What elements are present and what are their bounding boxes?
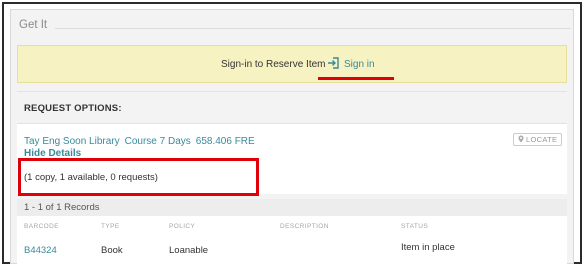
signin-prompt: Sign-in to Reserve Item (221, 59, 326, 70)
column-header-policy: POLICY (169, 223, 196, 230)
request-options-title: REQUEST OPTIONS: (24, 103, 122, 114)
records-bar: 1 - 1 of 1 Records (17, 199, 567, 216)
item-status: Item in place (401, 242, 455, 253)
locate-label: LOCATE (526, 135, 558, 144)
column-header-type: TYPE (101, 223, 120, 230)
signin-link[interactable]: Sign in (344, 59, 375, 70)
sign-in-icon[interactable] (327, 57, 339, 69)
get-it-panel: Get It Sign-in to Reserve Item Sign in R… (10, 9, 574, 264)
item-policy: Loanable (169, 245, 209, 256)
item-barcode[interactable]: B44324 (24, 245, 57, 256)
locate-button[interactable]: LOCATE (513, 133, 563, 146)
items-table: BARCODE TYPE POLICY DESCRIPTION STATUS B… (17, 216, 567, 264)
records-count: 1 - 1 of 1 Records (24, 202, 100, 213)
column-header-barcode: BARCODE (24, 223, 59, 230)
holding-title[interactable]: Tay Eng Soon Library Course 7 Days 658.406… (24, 136, 260, 147)
get-it-header: Get It (19, 19, 571, 35)
summary-red-highlight (18, 158, 259, 196)
request-options-header: REQUEST OPTIONS: (17, 91, 567, 124)
column-header-description: DESCRIPTION (280, 223, 329, 230)
screenshot-frame: Get It Sign-in to Reserve Item Sign in R… (2, 2, 582, 264)
signin-banner: Sign-in to Reserve Item Sign in (17, 45, 567, 83)
item-type: Book (101, 245, 123, 256)
holding-call-number[interactable]: 658.406 FRE (196, 136, 255, 147)
map-pin-icon (518, 135, 524, 143)
section-title: Get It (19, 19, 56, 31)
column-header-status: STATUS (401, 223, 429, 230)
header-rule (19, 28, 571, 29)
signin-red-underline (318, 77, 394, 80)
holding-library[interactable]: Tay Eng Soon Library (24, 136, 120, 147)
holding-location[interactable]: Course 7 Days (125, 136, 191, 147)
